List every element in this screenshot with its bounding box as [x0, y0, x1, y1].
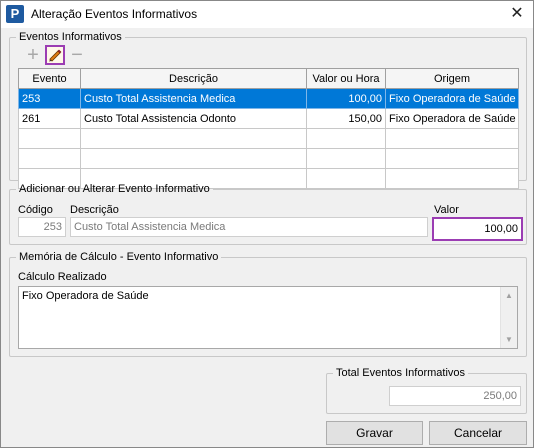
edit-event-icon[interactable] [45, 45, 65, 65]
memo-scrollbar[interactable]: ▲ ▼ [500, 287, 517, 348]
valor-label: Valor [434, 204, 459, 216]
column-header-descricao[interactable]: Descrição [80, 68, 307, 89]
window-title: Alteração Eventos Informativos [31, 7, 198, 21]
table-header-row: Evento Descrição Valor ou Hora Origem [18, 68, 519, 89]
calculo-realizado-label: Cálculo Realizado [18, 271, 107, 283]
gravar-button[interactable]: Gravar [326, 421, 423, 445]
cell-descricao: Custo Total Assistencia Odonto [80, 108, 307, 129]
cancelar-button-label: Cancelar [453, 426, 503, 440]
add-event-icon[interactable]: + [24, 45, 42, 65]
title-bar: P Alteração Eventos Informativos ✕ [1, 1, 533, 28]
events-table: Evento Descrição Valor ou Hora Origem 25… [18, 68, 519, 189]
memoria-group-legend: Memória de Cálculo - Evento Informativo [19, 251, 219, 263]
cell-evento: 261 [18, 108, 81, 129]
gravar-button-label: Gravar [356, 426, 393, 440]
descricao-label: Descrição [70, 204, 119, 216]
column-header-valor[interactable]: Valor ou Hora [306, 68, 386, 89]
pencil-icon [49, 49, 62, 62]
empty-table-row[interactable] [18, 128, 519, 149]
total-field: 250,00 [389, 386, 521, 406]
table-row[interactable]: 253 Custo Total Assistencia Medica 100,0… [18, 88, 519, 109]
column-header-evento[interactable]: Evento [18, 68, 81, 89]
codigo-label: Código [18, 204, 53, 216]
calculo-memo-text: Fixo Operadora de Saúde [22, 290, 149, 302]
scroll-up-icon[interactable]: ▲ [501, 287, 517, 304]
calculo-memo[interactable]: Fixo Operadora de Saúde ▲ ▼ [18, 286, 518, 349]
cell-descricao: Custo Total Assistencia Medica [80, 88, 307, 109]
remove-event-icon[interactable]: − [68, 45, 86, 65]
cell-evento: 253 [18, 88, 81, 109]
cell-valor: 100,00 [306, 88, 386, 109]
app-logo-icon: P [6, 5, 24, 23]
cancelar-button[interactable]: Cancelar [429, 421, 527, 445]
empty-table-row[interactable] [18, 148, 519, 169]
cell-origem: Fixo Operadora de Saúde [385, 108, 519, 129]
close-icon[interactable]: ✕ [507, 4, 527, 24]
cell-valor: 150,00 [306, 108, 386, 129]
scroll-down-icon[interactable]: ▼ [501, 331, 517, 348]
codigo-field[interactable]: 253 [18, 217, 66, 237]
dialog-window: P Alteração Eventos Informativos ✕ Event… [0, 0, 534, 448]
total-group-legend: Total Eventos Informativos [336, 367, 466, 379]
cell-origem: Fixo Operadora de Saúde [385, 88, 519, 109]
table-row[interactable]: 261 Custo Total Assistencia Odonto 150,0… [18, 108, 519, 129]
valor-field[interactable]: 100,00 [432, 217, 523, 241]
events-group-legend: Eventos Informativos [19, 31, 122, 43]
descricao-field[interactable]: Custo Total Assistencia Medica [70, 217, 428, 237]
edit-group-legend: Adicionar ou Alterar Evento Informativo [19, 183, 210, 195]
column-header-origem[interactable]: Origem [385, 68, 519, 89]
